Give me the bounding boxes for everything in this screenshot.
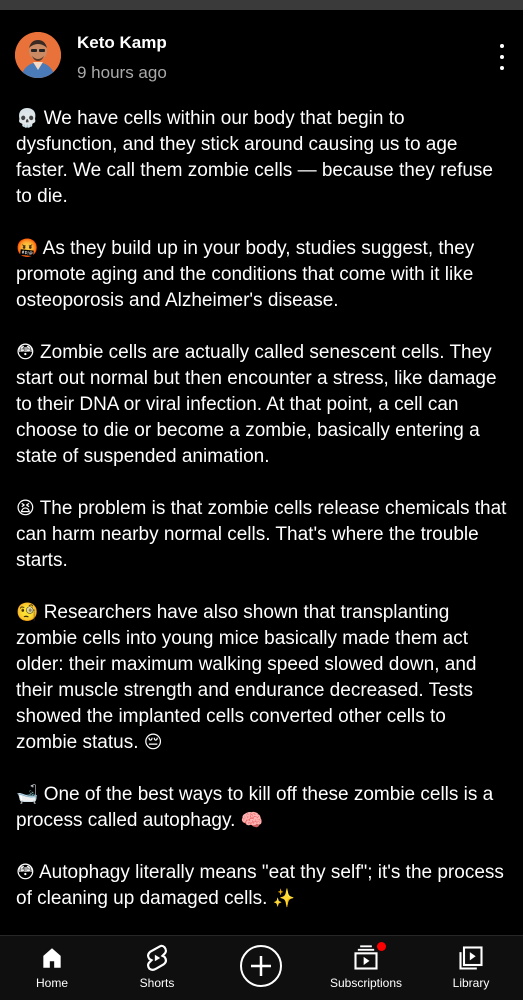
post-paragraph: 🧐 Researchers have also shown that trans… — [16, 600, 511, 756]
pensive-face-emoji: 😔 — [143, 732, 163, 753]
bathtub-emoji: 🛁 — [16, 784, 39, 805]
tired-face-emoji: 😫 — [16, 498, 35, 519]
nav-shorts[interactable]: Shorts — [107, 942, 207, 990]
post-body: 💀 We have cells within our body that beg… — [16, 106, 511, 938]
bottom-navigation: Home Shorts Subscriptions Library — [0, 935, 523, 1000]
shorts-icon — [144, 942, 170, 974]
post-paragraph: 😫 The problem is that zombie cells relea… — [16, 496, 511, 574]
paragraph-text: Researchers have also shown that transpl… — [16, 602, 477, 753]
nav-subscriptions-label: Subscriptions — [329, 976, 403, 990]
post-timestamp: 9 hours ago — [77, 63, 167, 82]
notification-dot — [377, 942, 386, 951]
angry-face-emoji: 🤬 — [16, 238, 39, 259]
paragraph-text: The problem is that zombie cells release… — [16, 498, 507, 571]
flushed-face-emoji: 😳 — [16, 862, 35, 883]
nav-shorts-label: Shorts — [139, 976, 175, 990]
create-icon[interactable] — [239, 944, 283, 988]
nav-home-label: Home — [35, 976, 68, 990]
flushed-face-emoji: 😳 — [16, 342, 35, 363]
brain-emoji: 🧠 — [240, 810, 264, 831]
home-icon — [39, 942, 65, 974]
channel-name[interactable]: Keto Kamp — [77, 33, 167, 53]
nav-subscriptions[interactable]: Subscriptions — [316, 942, 416, 990]
subscriptions-icon — [352, 942, 386, 974]
more-vert-icon[interactable] — [491, 44, 513, 70]
sparkles-emoji: ✨ — [272, 888, 296, 909]
paragraph-text: Zombie cells are actually called senesce… — [16, 342, 497, 467]
monocle-face-emoji: 🧐 — [16, 602, 39, 623]
nav-library[interactable]: Library — [421, 942, 521, 990]
post-header: Keto Kamp 9 hours ago — [0, 30, 523, 90]
avatar[interactable] — [15, 32, 61, 78]
nav-home[interactable]: Home — [2, 942, 102, 990]
nav-library-label: Library — [452, 976, 490, 990]
skull-emoji: 💀 — [16, 108, 39, 129]
post-paragraph: 🛁 One of the best ways to kill off these… — [16, 782, 511, 834]
paragraph-text: As they build up in your body, studies s… — [16, 238, 475, 311]
paragraph-text: We have cells within our body that begin… — [16, 108, 493, 207]
paragraph-text: Autophagy literally means "eat thy self"… — [16, 862, 504, 909]
post-paragraph: 🤬 As they build up in your body, studies… — [16, 236, 511, 314]
post-paragraph: 💀 We have cells within our body that beg… — [16, 106, 511, 210]
library-icon — [457, 942, 485, 974]
post-paragraph: 😳 Autophagy literally means "eat thy sel… — [16, 860, 511, 912]
status-strip — [0, 0, 523, 10]
post-paragraph: 😳 Zombie cells are actually called senes… — [16, 340, 511, 470]
